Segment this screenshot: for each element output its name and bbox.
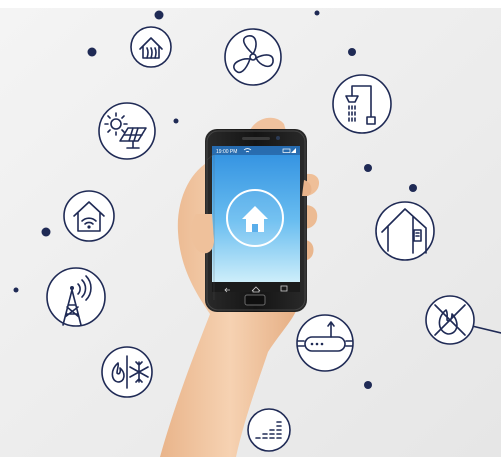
equalizer-icon bbox=[247, 408, 291, 452]
fan-icon bbox=[224, 28, 282, 86]
solar-panel-icon bbox=[98, 102, 156, 160]
smart-home-illustration: 19:00 PM bbox=[0, 8, 501, 457]
shower-icon bbox=[332, 74, 392, 134]
thermostat-house-icon bbox=[130, 26, 172, 68]
no-gas-icon bbox=[425, 295, 475, 345]
router-icon bbox=[296, 314, 354, 372]
house-icon[interactable] bbox=[226, 189, 284, 247]
smartphone: 19:00 PM bbox=[205, 129, 307, 312]
house-meter-icon bbox=[375, 201, 435, 261]
status-time: 19:00 PM bbox=[216, 149, 237, 155]
heat-cool-icon bbox=[101, 346, 153, 398]
phone-home-button[interactable] bbox=[244, 294, 266, 306]
phone-speaker bbox=[242, 137, 270, 140]
antenna-tower-icon bbox=[46, 267, 106, 327]
phone-camera bbox=[276, 136, 280, 140]
wifi-house-icon bbox=[63, 190, 115, 242]
